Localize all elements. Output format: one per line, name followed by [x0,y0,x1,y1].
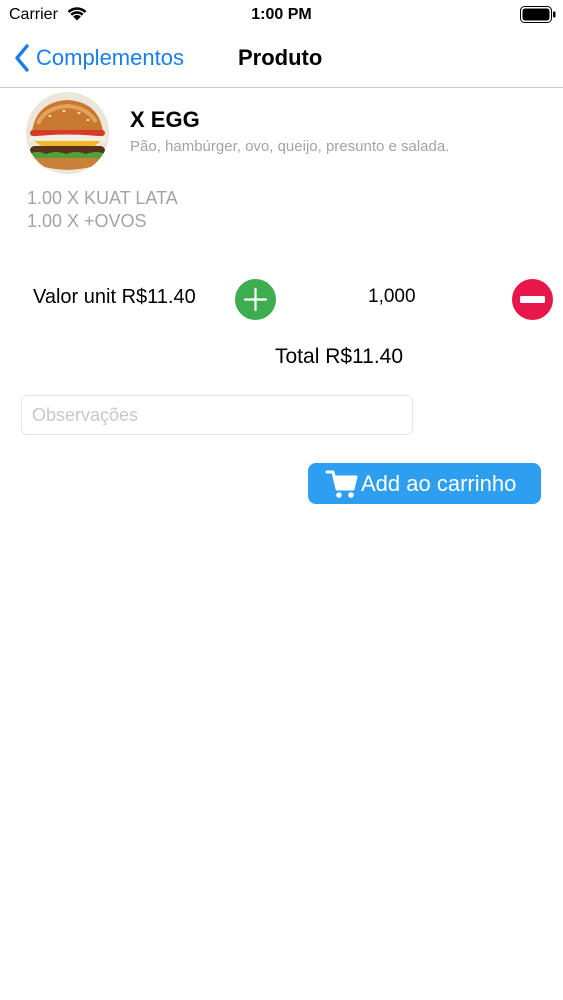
addon-item: 1.00 X +OVOS [27,211,147,231]
decrease-quantity-button[interactable] [512,279,553,320]
increase-quantity-button[interactable] [235,279,276,320]
cart-icon [325,470,358,498]
status-bar: Carrier 1:00 PM [0,0,563,30]
minus-icon [520,296,545,303]
status-time: 1:00 PM [251,6,312,23]
page-title: Produto [238,45,323,70]
battery-icon [520,6,556,23]
product-image [26,92,109,174]
addon-item: 1.00 X KUAT LATA [27,188,178,208]
back-button-label: Complementos [36,45,184,70]
burger-image-icon [26,92,109,174]
navigation-bar: Complementos Produto [0,30,563,88]
add-to-cart-button[interactable]: Add ao carrinho [308,463,541,504]
notes-input[interactable] [21,395,413,435]
total-price-label: Total R$11.40 [275,345,404,368]
product-name: X EGG [130,107,200,132]
chevron-left-icon [15,44,29,72]
back-button[interactable]: Complementos [14,42,184,74]
add-to-cart-label: Add ao carrinho [361,470,517,496]
quantity-value: 1,000 [368,286,416,307]
product-description: Pão, hambúrger, ovo, queijo, presunto e … [130,138,450,155]
unit-price-label: Valor unit R$11.40 [33,286,196,308]
plus-icon [243,287,268,312]
